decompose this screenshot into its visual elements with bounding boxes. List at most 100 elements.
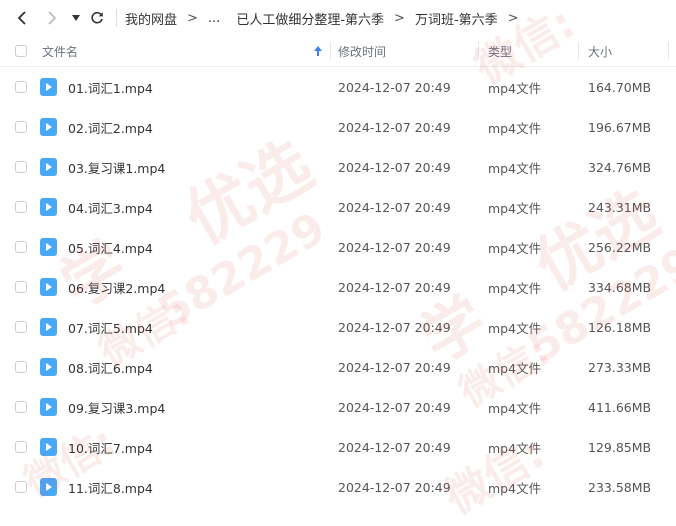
video-file-icon xyxy=(40,78,57,96)
file-modified-time: 2024-12-07 20:49 xyxy=(338,479,451,495)
breadcrumb-ellipsis[interactable]: ... xyxy=(208,11,220,26)
file-type: mp4文件 xyxy=(488,160,542,176)
file-type: mp4文件 xyxy=(488,400,542,416)
row-checkbox[interactable] xyxy=(15,481,27,493)
row-checkbox[interactable] xyxy=(15,441,27,453)
file-modified-time: 2024-12-07 20:49 xyxy=(338,439,451,455)
file-type: mp4文件 xyxy=(488,280,542,296)
file-size: 411.66MB xyxy=(588,399,652,415)
file-modified-time: 2024-12-07 20:49 xyxy=(338,399,451,415)
file-modified-time: 2024-12-07 20:49 xyxy=(338,199,451,215)
file-size: 129.85MB xyxy=(588,439,652,455)
breadcrumb-my-drive[interactable]: 我的网盘 xyxy=(125,9,177,28)
file-row[interactable]: 05.词汇4.mp4 2024-12-07 20:49 mp4文件 256.22… xyxy=(0,227,676,267)
file-name[interactable]: 02.词汇2.mp4 xyxy=(68,107,153,147)
row-checkbox[interactable] xyxy=(15,241,27,253)
row-checkbox[interactable] xyxy=(15,321,27,333)
nav-divider xyxy=(116,9,117,27)
select-all-checkbox[interactable] xyxy=(15,45,27,57)
column-divider xyxy=(578,42,579,60)
file-type: mp4文件 xyxy=(488,480,542,496)
file-modified-time: 2024-12-07 20:49 xyxy=(338,319,451,335)
file-type: mp4文件 xyxy=(488,320,542,336)
breadcrumb: 我的网盘 > ... 已人工做细分整理-第六季 > 万词班-第六季 > xyxy=(125,0,529,36)
column-divider xyxy=(330,42,331,60)
file-size: 233.58MB xyxy=(588,479,652,495)
video-file-icon xyxy=(40,278,57,296)
forward-icon[interactable] xyxy=(42,8,62,28)
file-type: mp4文件 xyxy=(488,240,542,256)
video-file-icon xyxy=(40,198,57,216)
file-type: mp4文件 xyxy=(488,200,542,216)
video-file-icon xyxy=(40,238,57,256)
column-divider xyxy=(668,42,669,60)
breadcrumb-folder-current[interactable]: 万词班-第六季 xyxy=(415,9,498,28)
file-size: 324.76MB xyxy=(588,159,652,175)
video-file-icon xyxy=(40,358,57,376)
row-checkbox[interactable] xyxy=(15,361,27,373)
back-icon[interactable] xyxy=(12,8,32,28)
sort-ascending-icon[interactable] xyxy=(314,36,322,66)
file-type: mp4文件 xyxy=(488,80,542,96)
file-name[interactable]: 04.词汇3.mp4 xyxy=(68,187,153,227)
file-size: 334.68MB xyxy=(588,279,652,295)
video-file-icon xyxy=(40,158,57,176)
file-name[interactable]: 09.复习课3.mp4 xyxy=(68,387,165,427)
file-name[interactable]: 03.复习课1.mp4 xyxy=(68,147,165,187)
row-checkbox[interactable] xyxy=(15,161,27,173)
file-row[interactable]: 07.词汇5.mp4 2024-12-07 20:49 mp4文件 126.18… xyxy=(0,307,676,347)
video-file-icon xyxy=(40,398,57,416)
file-name[interactable]: 11.词汇8.mp4 xyxy=(68,467,153,507)
file-row[interactable]: 09.复习课3.mp4 2024-12-07 20:49 mp4文件 411.6… xyxy=(0,387,676,427)
file-name[interactable]: 06.复习课2.mp4 xyxy=(68,267,165,307)
file-row[interactable]: 06.复习课2.mp4 2024-12-07 20:49 mp4文件 334.6… xyxy=(0,267,676,307)
file-modified-time: 2024-12-07 20:49 xyxy=(338,159,451,175)
row-checkbox[interactable] xyxy=(15,121,27,133)
file-name[interactable]: 05.词汇4.mp4 xyxy=(68,227,153,267)
file-name[interactable]: 10.词汇7.mp4 xyxy=(68,427,153,467)
file-size: 273.33MB xyxy=(588,359,652,375)
video-file-icon xyxy=(40,318,57,336)
column-header-modified[interactable]: 修改时间 xyxy=(338,36,386,66)
breadcrumb-folder-parent[interactable]: 已人工做细分整理-第六季 xyxy=(236,9,384,28)
file-name[interactable]: 07.词汇5.mp4 xyxy=(68,307,153,347)
file-name[interactable]: 01.词汇1.mp4 xyxy=(68,67,153,107)
file-modified-time: 2024-12-07 20:49 xyxy=(338,359,451,375)
file-type: mp4文件 xyxy=(488,120,542,136)
file-size: 126.18MB xyxy=(588,319,652,335)
file-modified-time: 2024-12-07 20:49 xyxy=(338,79,451,95)
row-checkbox[interactable] xyxy=(15,81,27,93)
chevron-right-icon: > xyxy=(187,10,198,26)
column-header-type[interactable]: 类型 xyxy=(488,36,512,66)
file-row[interactable]: 03.复习课1.mp4 2024-12-07 20:49 mp4文件 324.7… xyxy=(0,147,676,187)
video-file-icon xyxy=(40,438,57,456)
column-header-size[interactable]: 大小 xyxy=(588,36,612,66)
file-size: 164.70MB xyxy=(588,79,652,95)
row-checkbox[interactable] xyxy=(15,201,27,213)
column-divider xyxy=(478,42,479,60)
file-row[interactable]: 01.词汇1.mp4 2024-12-07 20:49 mp4文件 164.70… xyxy=(0,67,676,107)
file-modified-time: 2024-12-07 20:49 xyxy=(338,239,451,255)
video-file-icon xyxy=(40,118,57,136)
file-list-header: 文件名 修改时间 类型 大小 xyxy=(0,36,676,67)
file-size: 243.31MB xyxy=(588,199,652,215)
video-file-icon xyxy=(40,478,57,496)
chevron-right-icon: > xyxy=(507,10,519,26)
column-header-name[interactable]: 文件名 xyxy=(42,36,78,66)
history-dropdown-icon[interactable] xyxy=(68,10,84,26)
file-modified-time: 2024-12-07 20:49 xyxy=(338,119,451,135)
row-checkbox[interactable] xyxy=(15,401,27,413)
refresh-icon[interactable] xyxy=(87,8,107,28)
file-name[interactable]: 08.词汇6.mp4 xyxy=(68,347,153,387)
file-row[interactable]: 11.词汇8.mp4 2024-12-07 20:49 mp4文件 233.58… xyxy=(0,467,676,507)
file-row[interactable]: 08.词汇6.mp4 2024-12-07 20:49 mp4文件 273.33… xyxy=(0,347,676,387)
file-type: mp4文件 xyxy=(488,440,542,456)
file-modified-time: 2024-12-07 20:49 xyxy=(338,279,451,295)
row-checkbox[interactable] xyxy=(15,281,27,293)
navigation-bar: 我的网盘 > ... 已人工做细分整理-第六季 > 万词班-第六季 > xyxy=(0,0,676,36)
file-type: mp4文件 xyxy=(488,360,542,376)
file-row[interactable]: 02.词汇2.mp4 2024-12-07 20:49 mp4文件 196.67… xyxy=(0,107,676,147)
file-row[interactable]: 04.词汇3.mp4 2024-12-07 20:49 mp4文件 243.31… xyxy=(0,187,676,227)
file-row[interactable]: 10.词汇7.mp4 2024-12-07 20:49 mp4文件 129.85… xyxy=(0,427,676,467)
file-size: 196.67MB xyxy=(588,119,652,135)
